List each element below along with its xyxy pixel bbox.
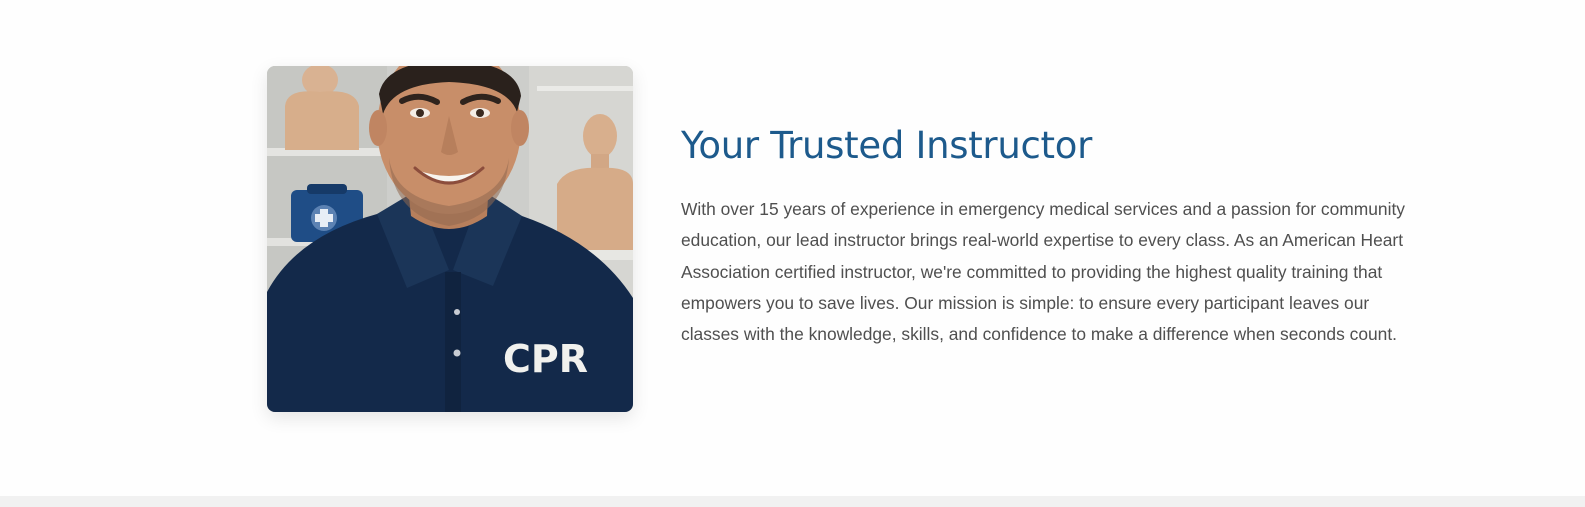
instructor-photo: CPR bbox=[267, 66, 633, 412]
shirt-cpr-text: CPR bbox=[503, 337, 588, 381]
instructor-description: With over 15 years of experience in emer… bbox=[681, 199, 1405, 345]
instructor-section: CPR Your Trusted Instructor With over 15… bbox=[0, 0, 1585, 496]
section-heading: Your Trusted Instructor bbox=[681, 124, 1092, 167]
section-divider bbox=[0, 496, 1585, 507]
instructor-text: Your Trusted Instructor With over 15 yea… bbox=[681, 120, 1406, 350]
